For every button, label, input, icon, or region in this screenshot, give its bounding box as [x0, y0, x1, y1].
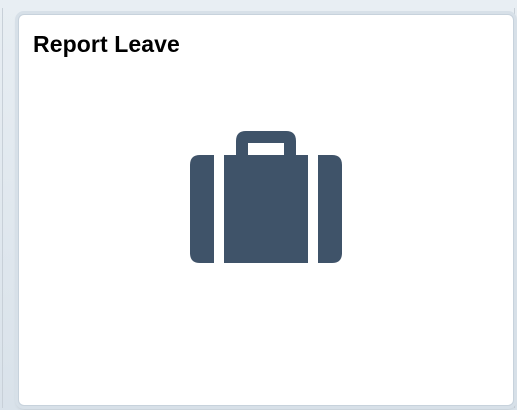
tile-title: Report Leave [33, 31, 180, 57]
page: Report Leave [0, 0, 517, 410]
report-leave-tile[interactable]: Report Leave [18, 14, 514, 406]
briefcase-icon [190, 131, 342, 263]
